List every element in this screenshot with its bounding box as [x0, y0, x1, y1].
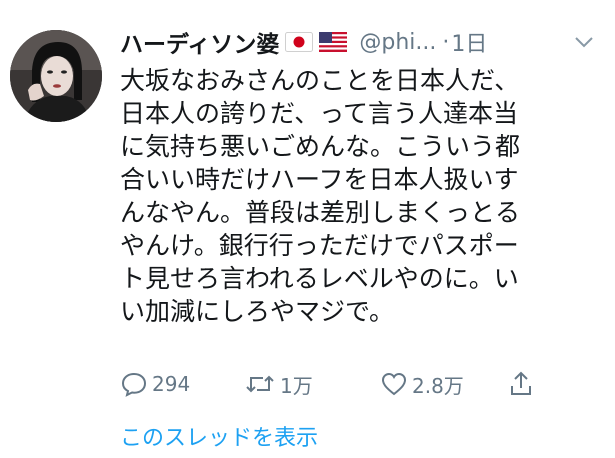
- tweet-text-line: やんけ。銀行行っただけでパスポー: [120, 231, 519, 260]
- separator-dot: ·: [442, 29, 450, 55]
- heart-icon: [380, 371, 408, 397]
- tweet-text-line: い加減にしろやマジで。: [120, 297, 395, 326]
- tweet-text-line: 大坂なおみさんのことを日本人だ、: [120, 66, 520, 95]
- retweet-icon: [244, 371, 276, 397]
- reply-button[interactable]: 294: [120, 364, 190, 404]
- retweet-count: 1万: [280, 373, 313, 398]
- japan-flag-icon: [285, 32, 314, 52]
- tweet-text-line: 日本人の誇りだ、って言う人達本当: [120, 99, 519, 128]
- share-icon: [508, 370, 534, 398]
- display-name[interactable]: ハーディソン婆: [120, 25, 279, 59]
- tweet-text-line: に気持ち悪いごめんな。こういう都: [120, 132, 521, 161]
- like-count: 2.8万: [412, 373, 464, 398]
- show-thread-link[interactable]: このスレッドを表示: [120, 420, 318, 452]
- tweet-actions: 294 1万 2.8万: [120, 364, 550, 404]
- share-button[interactable]: [508, 364, 534, 404]
- tweet-text: 大坂なおみさんのことを日本人だ、 日本人の誇りだ、って言う人達本当 に気持ち悪い…: [120, 64, 590, 328]
- avatar[interactable]: [10, 30, 102, 122]
- tweet-text-line: んなやん。普段は差別しまくっとる: [120, 198, 521, 227]
- tweet-text-line: 合いい時だけハーフを日本人扱いす: [120, 165, 519, 194]
- chevron-down-icon[interactable]: [571, 30, 597, 54]
- us-flag-icon: [319, 32, 348, 52]
- timestamp[interactable]: 1日: [451, 26, 487, 58]
- reply-count: 294: [152, 372, 191, 396]
- tweet-header: ハーディソン婆 @phi... · 1日: [120, 26, 605, 58]
- reply-icon: [120, 371, 148, 397]
- tweet-text-line: ト見せろ言われるレベルやのに。い: [120, 264, 519, 293]
- user-handle[interactable]: @phi...: [359, 30, 436, 55]
- like-button[interactable]: 2.8万: [380, 364, 464, 404]
- retweet-button[interactable]: 1万: [244, 364, 313, 404]
